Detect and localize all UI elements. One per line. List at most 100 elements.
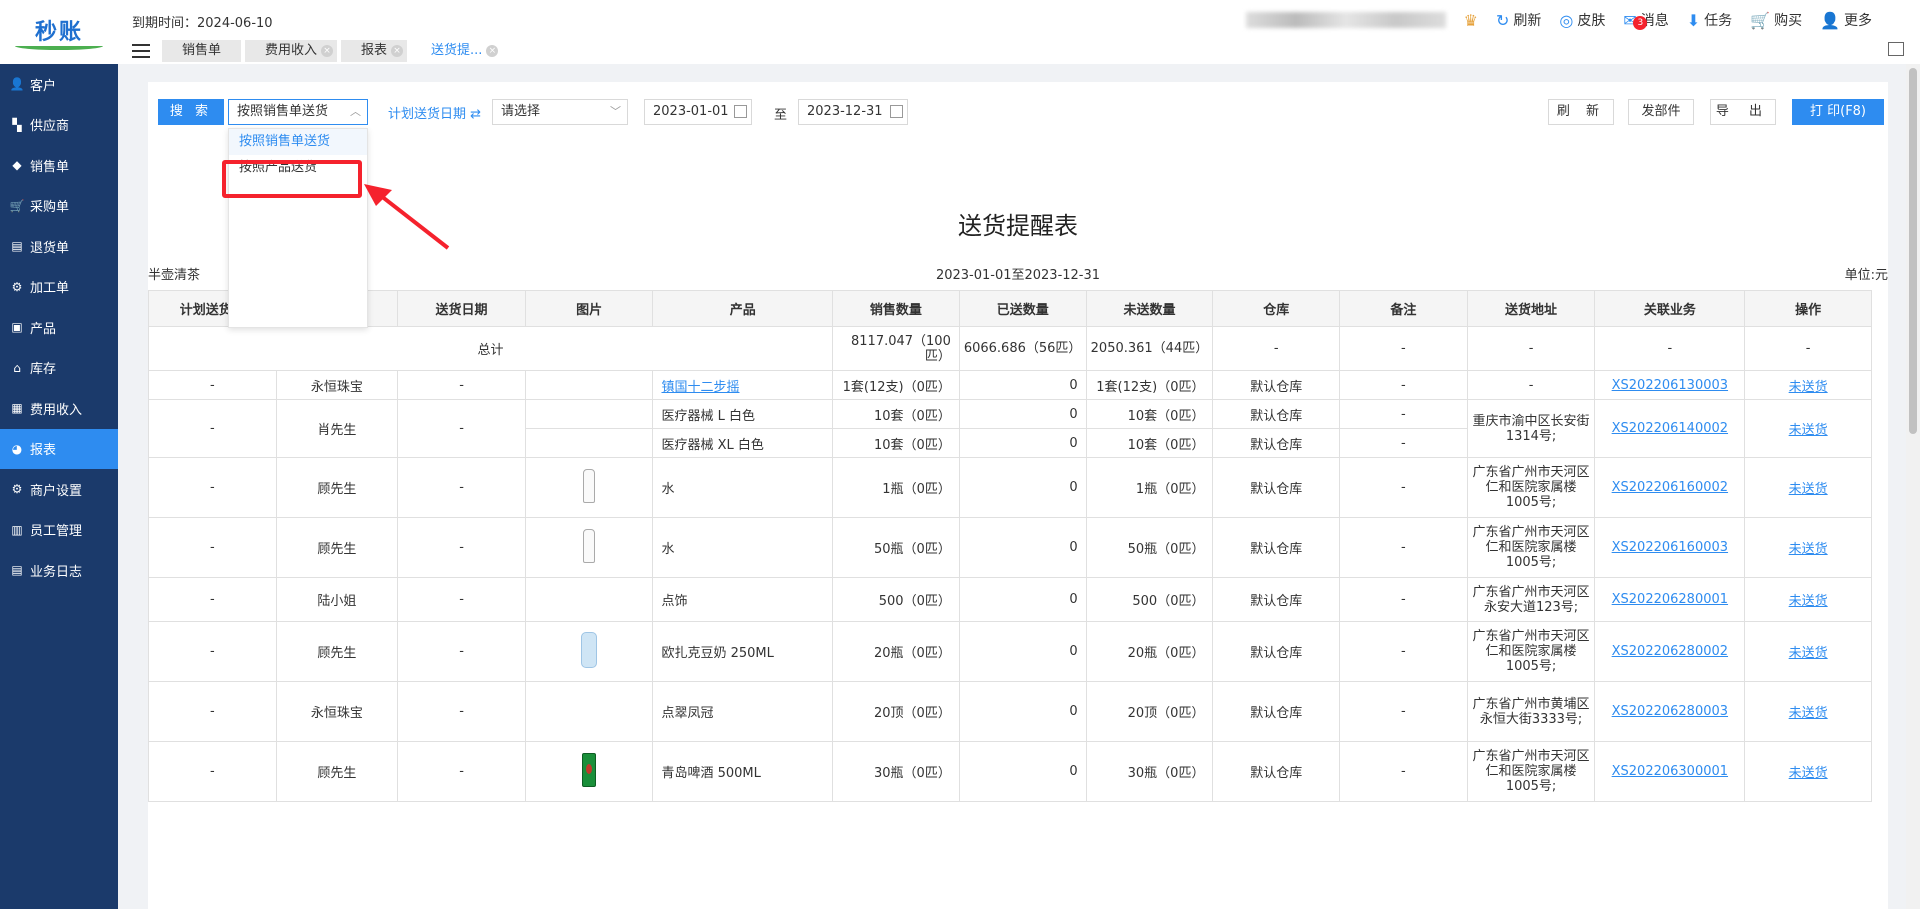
header-action[interactable]: 👤 更多 (1820, 10, 1872, 30)
header-action[interactable]: ◎ 皮肤 (1559, 10, 1605, 30)
related-business[interactable]: XS202206280003 (1594, 681, 1746, 742)
date-to-separator: 至 (774, 108, 788, 123)
sidebar-item-label: 加工单 (30, 281, 70, 297)
logo: 秒账 (0, 0, 118, 64)
close-icon[interactable]: × (321, 45, 334, 57)
operation[interactable]: 未送货 (1744, 741, 1872, 802)
operation[interactable]: 未送货 (1744, 370, 1872, 400)
plan-date-select[interactable]: 请选择 ﹀ (492, 99, 628, 125)
sidebar-item[interactable]: ⚙ 加工单 (0, 267, 118, 308)
print-button[interactable]: 打 印(F8) (1792, 99, 1884, 125)
delivery-date: - (397, 621, 526, 682)
unsent-qty: 10套（0匹） (1085, 399, 1214, 429)
sidebar-item[interactable]: ◕ 报表 (0, 428, 118, 469)
delivery-date: - (397, 399, 526, 458)
delivery-mode-select[interactable]: 按照销售单送货 ︿ (228, 99, 368, 125)
total-dash: - (1212, 326, 1341, 371)
search-button[interactable]: 搜 索 (158, 99, 224, 125)
operation[interactable]: 未送货 (1744, 681, 1872, 742)
tab-item[interactable]: 费用收入 × (245, 40, 338, 62)
undelivered-link[interactable]: 未送货 (1789, 380, 1828, 395)
undelivered-link[interactable]: 未送货 (1789, 594, 1828, 609)
product-image (524, 457, 654, 518)
operation[interactable]: 未送货 (1744, 457, 1872, 518)
send-parts-button[interactable]: 发部件 (1628, 99, 1694, 125)
undelivered-link[interactable]: 未送货 (1789, 766, 1828, 781)
close-icon[interactable]: × (486, 45, 499, 57)
undelivered-link[interactable]: 未送货 (1789, 482, 1828, 497)
order-link[interactable]: XS202206140002 (1612, 421, 1728, 436)
scrollbar-thumb[interactable] (1909, 68, 1917, 434)
related-business[interactable]: XS202206160002 (1594, 457, 1746, 518)
tab-item[interactable]: 送货提... × (411, 40, 503, 62)
close-icon[interactable]: × (391, 45, 404, 57)
sidebar-item[interactable]: ▥ 员工管理 (0, 510, 118, 551)
product-name[interactable]: 镇国十二步摇 (652, 370, 834, 400)
product-name: 医疗器械 XL 白色 (652, 428, 834, 458)
plan-date-placeholder: 请选择 (501, 104, 541, 119)
customer: 顾先生 (275, 741, 399, 802)
sidebar-item[interactable]: ⚙ 商户设置 (0, 469, 118, 510)
plan-date-toggle[interactable]: 计划送货日期 ⇄ (388, 103, 481, 122)
date-to-input[interactable]: 2023-12-31 (798, 99, 908, 125)
export-button[interactable]: 导 出 (1710, 99, 1776, 125)
undelivered-link[interactable]: 未送货 (1789, 542, 1828, 557)
warehouse: 默认仓库 (1212, 517, 1341, 578)
order-link[interactable]: XS202206300001 (1612, 764, 1728, 779)
sidebar-item[interactable]: ◆ 销售单 (0, 145, 118, 186)
sidebar-item[interactable]: ▤ 退货单 (0, 226, 118, 267)
related-business[interactable]: XS202206140002 (1594, 399, 1746, 458)
header-action[interactable]: ⬇ 任务 (1687, 10, 1732, 30)
sidebar-item[interactable]: ▦ 费用收入 (0, 388, 118, 429)
menu-toggle-icon[interactable] (132, 44, 150, 58)
related-business[interactable]: XS202206130003 (1594, 370, 1746, 400)
refresh-button[interactable]: 刷 新 (1548, 99, 1614, 125)
operation[interactable]: 未送货 (1744, 621, 1872, 682)
related-business[interactable]: XS202206160003 (1594, 517, 1746, 578)
sidebar-item[interactable]: 👤 客户 (0, 64, 118, 105)
operation[interactable]: 未送货 (1744, 577, 1872, 622)
delivery-address: 广东省广州市天河区永安大道123号; (1466, 577, 1596, 622)
header-action[interactable]: 🛒 购买 (1750, 10, 1802, 30)
sidebar-item[interactable]: ▤ 业务日志 (0, 550, 118, 591)
header-action[interactable]: ✉ 3 消息 (1623, 10, 1669, 30)
warehouse: 默认仓库 (1212, 681, 1341, 742)
tab-item[interactable]: 报表 × (341, 40, 408, 62)
note: - (1339, 621, 1468, 682)
undelivered-link[interactable]: 未送货 (1789, 423, 1828, 438)
order-link[interactable]: XS202206280002 (1612, 644, 1728, 659)
option-by-sales-order[interactable]: 按照销售单送货 (229, 129, 367, 155)
sales-qty: 50瓶（0匹） (832, 517, 960, 578)
refresh-icon: ↻ (1495, 10, 1510, 30)
fullscreen-icon[interactable] (1888, 42, 1904, 56)
order-link[interactable]: XS202206280001 (1612, 592, 1728, 607)
order-link[interactable]: XS202206130003 (1612, 378, 1728, 393)
undelivered-link[interactable]: 未送货 (1789, 646, 1828, 661)
related-business[interactable]: XS202206280001 (1594, 577, 1746, 622)
product-name: 青岛啤酒 500ML (652, 741, 834, 802)
crown-icon[interactable]: ♛ (1464, 11, 1478, 30)
order-link[interactable]: XS202206280003 (1612, 704, 1728, 719)
warehouse: 默认仓库 (1212, 621, 1341, 682)
order-link[interactable]: XS202206160003 (1612, 540, 1728, 555)
calendar-icon[interactable] (734, 105, 747, 118)
undelivered-link[interactable]: 未送货 (1789, 706, 1828, 721)
task-icon: ⬇ (1686, 10, 1701, 30)
sidebar-item[interactable]: ▚ 供应商 (0, 105, 118, 146)
calendar-icon[interactable] (890, 105, 903, 118)
date-from-input[interactable]: 2023-01-01 (644, 99, 752, 125)
operation[interactable]: 未送货 (1744, 399, 1872, 458)
sales-qty: 10套（0匹） (832, 428, 960, 458)
related-business[interactable]: XS202206280002 (1594, 621, 1746, 682)
product-link[interactable]: 镇国十二步摇 (661, 380, 739, 395)
operation[interactable]: 未送货 (1744, 517, 1872, 578)
tab-item[interactable]: 销售单 (162, 40, 242, 62)
total-row: 总计 8117.047（100匹） 6066.686（56匹） 2050.361（44… (147, 326, 1872, 371)
related-business[interactable]: XS202206300001 (1594, 741, 1746, 802)
sidebar-item[interactable]: 🛒 采购单 (0, 186, 118, 227)
page-scrollbar[interactable] (1906, 64, 1920, 909)
sidebar-item[interactable]: ▣ 产品 (0, 307, 118, 348)
sidebar-item[interactable]: ⌂ 库存 (0, 348, 118, 389)
order-link[interactable]: XS202206160002 (1612, 480, 1728, 495)
header-action[interactable]: ↻ 刷新 (1496, 10, 1541, 30)
